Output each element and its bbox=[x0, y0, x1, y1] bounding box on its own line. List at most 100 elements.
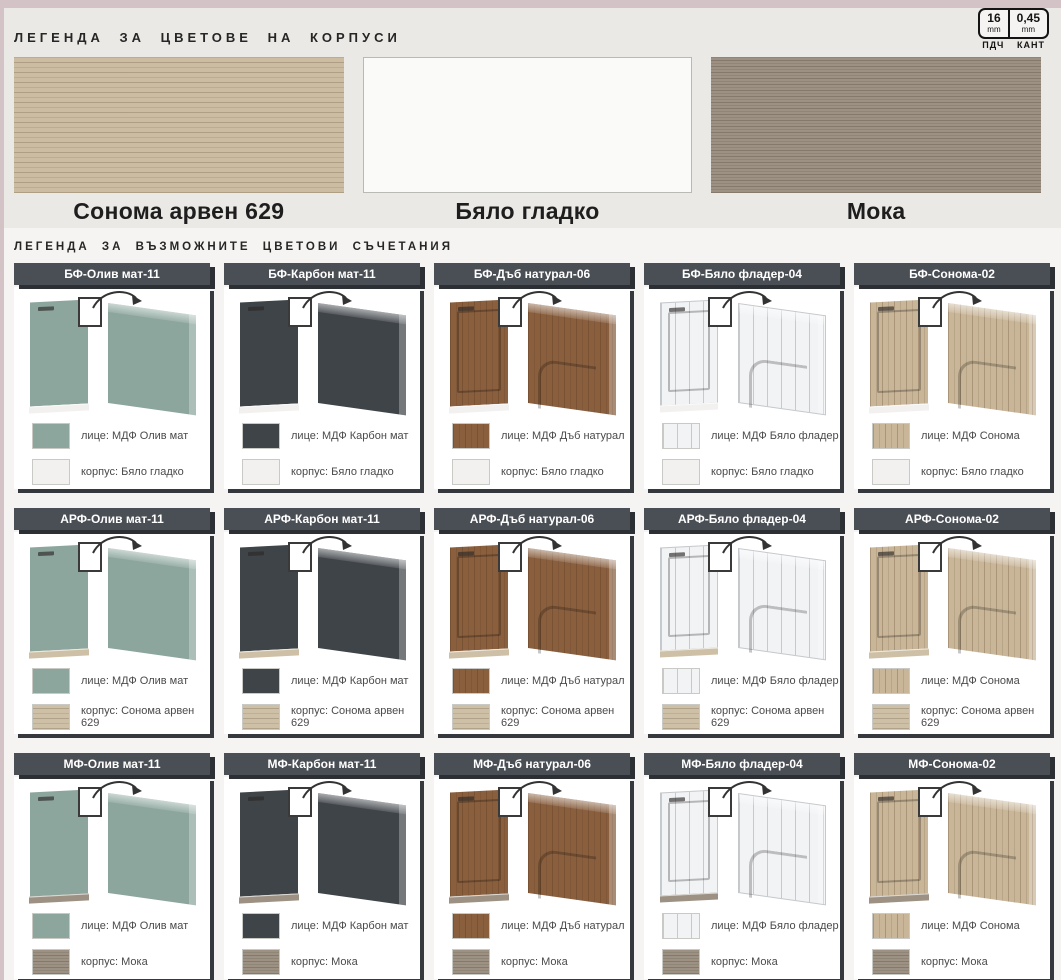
door-routed-frame bbox=[668, 800, 710, 882]
combo-card-body: лице: МДФ Карбон мат корпус: Мока bbox=[224, 777, 420, 979]
face-legend-row: лице: МДФ Олив мат bbox=[32, 911, 210, 941]
door-detail-view bbox=[318, 303, 406, 415]
door-detail-view bbox=[318, 548, 406, 660]
face-label: лице: МДФ Сонома bbox=[921, 430, 1020, 442]
face-color-swatch bbox=[452, 668, 490, 694]
face-legend-row: лице: МДФ Карбон мат bbox=[242, 421, 420, 451]
face-label: лице: МДФ Сонома bbox=[921, 675, 1020, 687]
zoom-arrow-icon bbox=[90, 286, 146, 312]
body-legend-row: корпус: Сонома арвен 629 bbox=[452, 702, 630, 732]
door-routed-frame bbox=[668, 310, 710, 392]
cabinet-base-strip bbox=[660, 402, 718, 412]
body-label: корпус: Мока bbox=[921, 956, 988, 968]
combo-card: МФ-Дъб натурал-06 bbox=[434, 753, 630, 979]
door-preview bbox=[224, 532, 420, 660]
material-thickness-badge: 16 mm 0,45 mm ПДЧ КАНТ bbox=[978, 8, 1049, 50]
door-preview bbox=[644, 532, 840, 660]
zoom-arrow-icon bbox=[510, 776, 566, 802]
door-detail-view bbox=[318, 793, 406, 905]
combo-card-header: АРФ-Сонома-02 bbox=[854, 508, 1050, 530]
face-color-swatch bbox=[662, 913, 700, 939]
combo-card-body: лице: МДФ Сонома корпус: Мока bbox=[854, 777, 1050, 979]
door-detail-view bbox=[108, 303, 196, 415]
door-routed-frame bbox=[457, 309, 501, 393]
edge-thickness-cell: 0,45 mm bbox=[1008, 10, 1047, 37]
face-legend-row: лице: МДФ Бяло фладер bbox=[662, 666, 840, 696]
door-preview bbox=[224, 287, 420, 415]
zoom-arrow-icon bbox=[300, 531, 356, 557]
combo-card-title: МФ-Дъб натурал-06 bbox=[473, 757, 591, 771]
combo-card-body: лице: МДФ Дъб натурал корпус: Сонома арв… bbox=[434, 532, 630, 734]
door-preview bbox=[854, 287, 1050, 415]
face-color-swatch bbox=[242, 668, 280, 694]
cabinet-base-strip bbox=[449, 648, 509, 658]
cabinet-base-strip bbox=[660, 647, 718, 657]
combo-card-header: МФ-Карбон мат-11 bbox=[224, 753, 420, 775]
cabinet-base-strip bbox=[29, 403, 89, 413]
combo-card-header: БФ-Карбон мат-11 bbox=[224, 263, 420, 285]
combo-card-body: лице: МДФ Карбон мат корпус: Сонома арве… bbox=[224, 532, 420, 734]
face-label: лице: МДФ Сонома bbox=[921, 920, 1020, 932]
combo-card: МФ-Карбон мат-11 bbox=[224, 753, 420, 979]
face-color-swatch bbox=[242, 913, 280, 939]
cabinet-base-strip bbox=[29, 893, 89, 903]
cabinet-base-strip bbox=[869, 648, 929, 658]
body-legend-row: корпус: Мока bbox=[662, 947, 840, 977]
combo-card: АРФ-Дъб натурал-06 bbox=[434, 508, 630, 734]
combo-card: АРФ-Сонома-02 bbox=[854, 508, 1050, 734]
face-label: лице: МДФ Бяло фладер bbox=[711, 675, 839, 687]
combo-card-title: АРФ-Бяло фладер-04 bbox=[678, 512, 806, 526]
body-color-swatch bbox=[452, 459, 490, 485]
door-preview bbox=[854, 532, 1050, 660]
body-color-swatch bbox=[242, 704, 280, 730]
board-thickness-unit: mm bbox=[987, 25, 1000, 34]
face-legend-row: лице: МДФ Сонома bbox=[872, 421, 1050, 451]
material-swatch-label: Мока bbox=[711, 198, 1041, 225]
door-handle bbox=[248, 551, 264, 556]
face-color-swatch bbox=[872, 423, 910, 449]
door-profile-groove bbox=[958, 358, 1016, 416]
card-legend: лице: МДФ Бяло фладер корпус: Сонома арв… bbox=[644, 660, 840, 732]
face-label: лице: МДФ Дъб натурал bbox=[501, 430, 625, 442]
body-color-swatch bbox=[872, 459, 910, 485]
body-label: корпус: Бяло гладко bbox=[921, 466, 1024, 478]
corpus-swatch-block: Сонома арвен 629 bbox=[14, 57, 344, 225]
face-color-swatch bbox=[872, 913, 910, 939]
page-top-border bbox=[0, 0, 1061, 8]
cabinet-base-strip bbox=[29, 648, 89, 658]
door-detail-view bbox=[528, 548, 616, 660]
body-legend-row: корпус: Бяло гладко bbox=[662, 457, 840, 487]
combo-card-header: БФ-Сонома-02 bbox=[854, 263, 1050, 285]
material-swatch bbox=[363, 57, 693, 193]
combo-card: БФ-Дъб натурал-06 bbox=[434, 263, 630, 489]
body-legend-row: корпус: Бяло гладко bbox=[872, 457, 1050, 487]
zoom-arrow-icon bbox=[510, 286, 566, 312]
combo-card-title: БФ-Бяло фладер-04 bbox=[682, 267, 802, 281]
body-color-swatch bbox=[662, 949, 700, 975]
board-thickness-value: 16 bbox=[987, 12, 1000, 25]
combo-card-header: АРФ-Олив мат-11 bbox=[14, 508, 210, 530]
body-color-swatch bbox=[872, 949, 910, 975]
zoom-arrow-icon bbox=[90, 776, 146, 802]
face-legend-row: лице: МДФ Сонома bbox=[872, 911, 1050, 941]
body-legend-row: корпус: Мока bbox=[32, 947, 210, 977]
body-color-swatch bbox=[452, 704, 490, 730]
door-profile-groove bbox=[538, 603, 596, 661]
body-label: корпус: Бяло гладко bbox=[81, 466, 184, 478]
face-label: лице: МДФ Бяло фладер bbox=[711, 430, 839, 442]
edge-thickness-unit: mm bbox=[1017, 25, 1040, 34]
board-thickness-cell: 16 mm bbox=[980, 10, 1007, 37]
zoom-arrow-icon bbox=[300, 776, 356, 802]
face-color-swatch bbox=[452, 913, 490, 939]
door-handle bbox=[248, 796, 264, 801]
combo-card-body: лице: МДФ Олив мат корпус: Мока bbox=[14, 777, 210, 979]
door-detail-view bbox=[528, 303, 616, 415]
door-detail-view bbox=[738, 303, 826, 415]
face-legend-row: лице: МДФ Олив мат bbox=[32, 421, 210, 451]
door-profile-groove bbox=[958, 848, 1016, 906]
body-label: корпус: Бяло гладко bbox=[501, 466, 604, 478]
zoom-arrow-icon bbox=[930, 776, 986, 802]
body-color-swatch bbox=[32, 459, 70, 485]
face-label: лице: МДФ Олив мат bbox=[81, 430, 188, 442]
material-swatch bbox=[14, 57, 344, 193]
